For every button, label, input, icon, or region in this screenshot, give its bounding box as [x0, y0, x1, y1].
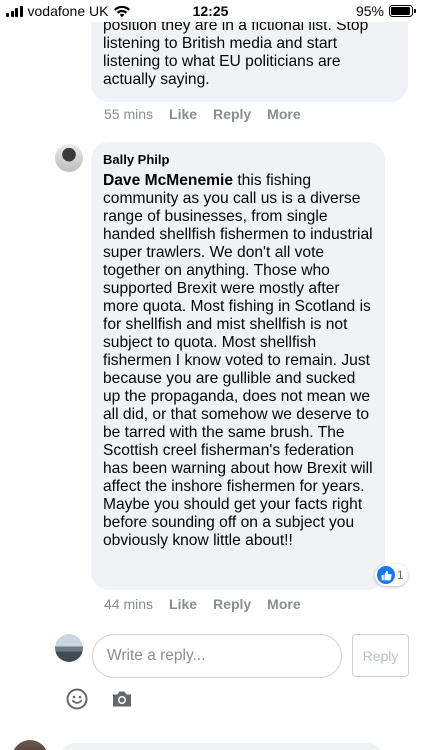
avatar[interactable] [55, 144, 83, 172]
reaction-summary[interactable]: 1 [375, 564, 408, 586]
comment-bubble: Bally Philp Dave McMenemie this fishing … [91, 142, 385, 590]
reply-submit-button[interactable]: Reply [352, 634, 409, 677]
reaction-count: 1 [397, 568, 404, 582]
signal-icon [6, 5, 23, 17]
comment-author[interactable]: Bally Philp [103, 152, 373, 167]
comment-time: 55 mins [104, 106, 154, 122]
comment-text: Dave McMenemie this fishing community as… [103, 172, 373, 550]
reply-input[interactable] [92, 634, 342, 678]
reply-link[interactable]: Reply [213, 596, 251, 612]
carrier-name: vodafone UK [27, 3, 109, 19]
avatar[interactable] [12, 740, 48, 750]
like-reaction-icon [377, 566, 395, 584]
comment-body: this fishing community as you call us is… [103, 172, 373, 549]
like-button[interactable]: Like [169, 106, 197, 122]
battery-icon [389, 5, 416, 17]
user-avatar [55, 634, 83, 662]
status-right: 95% [355, 3, 416, 19]
camera-icon[interactable] [111, 689, 133, 709]
status-bar: vodafone UK 12:25 95% [0, 0, 421, 22]
comment-actions: 55 mins Like Reply More [104, 106, 301, 122]
comment-time: 44 mins [104, 596, 154, 612]
comment-bubble [58, 743, 385, 750]
emoji-icon[interactable] [66, 688, 88, 710]
mention-link[interactable]: Dave McMenemie [103, 172, 233, 189]
status-left: vodafone UK [6, 3, 131, 19]
comment-text: position they are in a fictional list. S… [103, 17, 369, 88]
comment-actions: 44 mins Like Reply More [104, 596, 301, 612]
reply-link[interactable]: Reply [213, 106, 251, 122]
wifi-icon [114, 5, 131, 17]
battery-percent: 95% [355, 3, 384, 19]
more-button[interactable]: More [267, 596, 300, 612]
battery-fill [391, 7, 410, 15]
more-button[interactable]: More [267, 106, 300, 122]
like-button[interactable]: Like [169, 596, 197, 612]
